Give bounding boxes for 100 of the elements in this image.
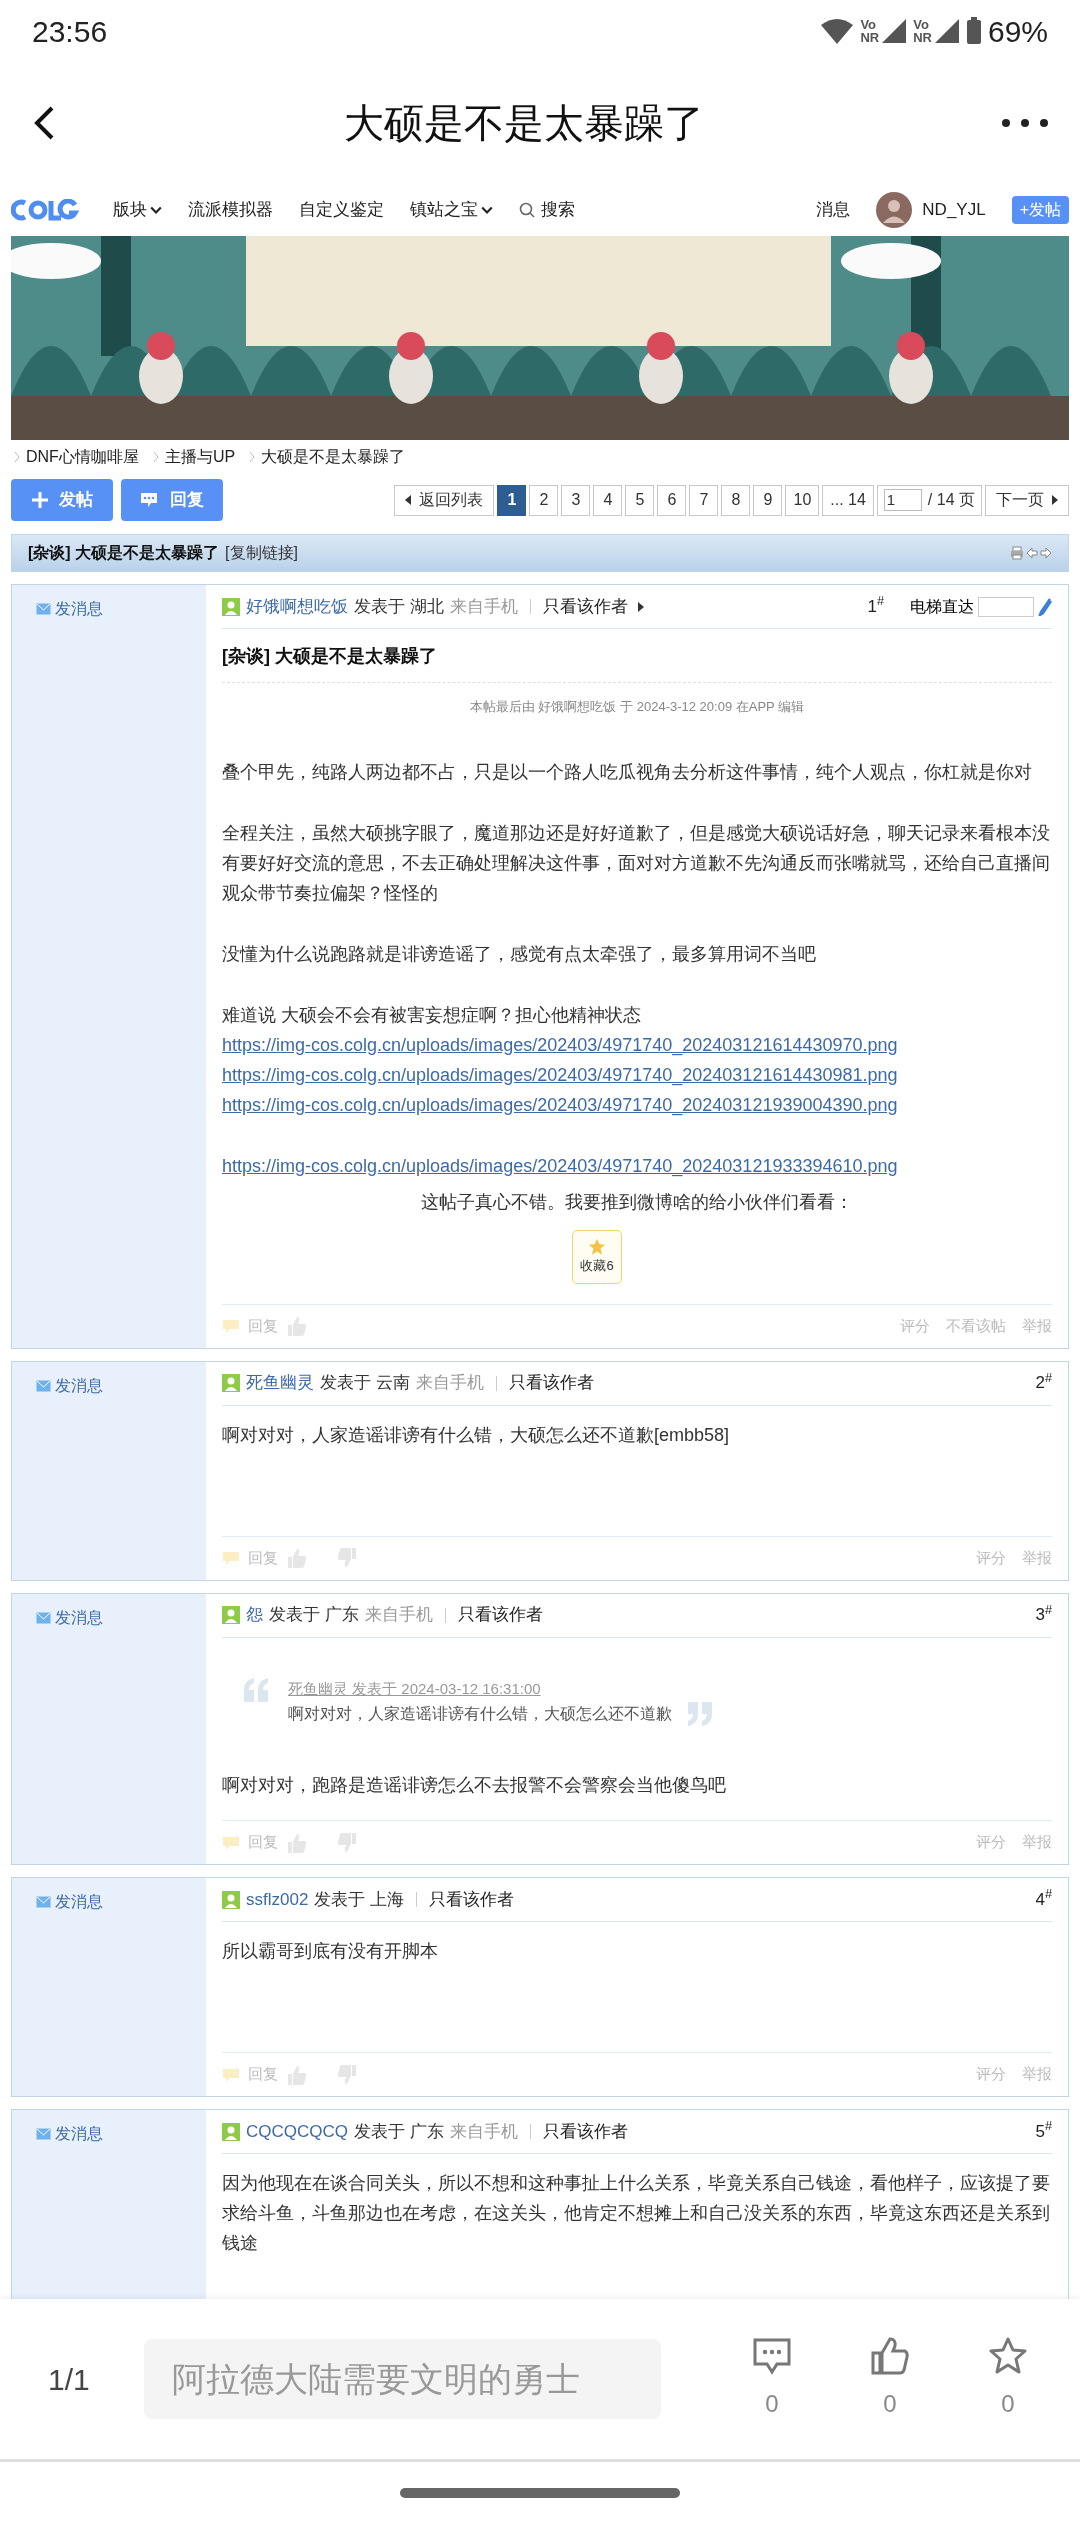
copy-link[interactable]: [复制链接] [225, 541, 298, 565]
floor-jump-field[interactable] [978, 596, 1034, 617]
send-message-link[interactable]: 发消息 [36, 1890, 103, 1914]
author-link[interactable]: CQCQCQCQ [246, 2118, 348, 2145]
chevron-left-icon [32, 105, 56, 141]
thumbs-down-icon[interactable] [336, 2063, 358, 2086]
image-link[interactable]: https://img-cos.colg.cn/uploads/images/202403/4971740_202403121614430970.png [222, 1029, 898, 1060]
author-link[interactable]: 好饿啊想吃饭 [246, 593, 348, 620]
image-link[interactable]: https://img-cos.colg.cn/uploads/images/202403/4971740_202403121614430981.png [222, 1059, 898, 1090]
post-location: 发表于 广东 [354, 2120, 444, 2143]
favorite-button[interactable]: 收藏6 [572, 1229, 622, 1284]
thumbs-up-icon[interactable] [286, 1547, 308, 1569]
thumbs-down-icon[interactable] [336, 1547, 358, 1569]
user-icon [222, 2122, 240, 2141]
page-button[interactable]: 6 [657, 484, 687, 516]
pen-icon[interactable] [1038, 597, 1052, 616]
thumbs-up-icon[interactable] [286, 2063, 308, 2086]
page-button[interactable]: 2 [529, 484, 559, 516]
battery-level: 69% [987, 13, 1048, 50]
thumbs-up-icon [870, 2336, 910, 2376]
envelope-icon [36, 2128, 51, 2140]
star-icon [988, 2336, 1028, 2376]
arrow-right-icon[interactable] [1040, 547, 1052, 559]
speech-bubble-icon [140, 492, 158, 508]
only-author-link[interactable]: 只看该作者 [542, 593, 644, 620]
envelope-icon [36, 603, 51, 615]
next-page-button[interactable]: 下一页 [985, 484, 1069, 516]
post-text: 叠个甲先，纯路人两边都不占，只是以一个路人吃瓜视角去分析这件事情，纯个人观点，你杠就是你对 [222, 760, 1033, 784]
page-button[interactable]: 4 [593, 484, 623, 516]
wifi-icon [820, 17, 855, 45]
network-type-label: Vo NR [913, 18, 932, 44]
page-button[interactable]: 5 [625, 484, 655, 516]
arrow-left-icon[interactable] [1026, 547, 1038, 559]
thumbs-down-icon[interactable] [336, 1831, 358, 1854]
speech-bubble-icon [222, 1550, 240, 1566]
author-link[interactable]: 怨 [246, 1602, 263, 1628]
post-text: 因为他现在在谈合同关头，所以不想和这种事扯上什么关系，毕竟关系自己钱途，看他样子，应该提了要求给斗鱼，斗鱼那边也在考虑，在这关头，他肯定不想摊上和自己没关系的东西，毕竟这东西还是关系到钱途 [222, 2172, 1051, 2255]
network-type-label: Vo NR [860, 18, 880, 44]
site-logo[interactable] [11, 199, 79, 221]
quote-close-icon [686, 1702, 714, 1726]
signal-icon [933, 18, 960, 44]
envelope-icon [36, 1896, 51, 1908]
page-title: 大硕是不是太暴躁了 [343, 100, 705, 147]
star-button[interactable]: 0 [974, 2336, 1042, 2422]
breadcrumb-link[interactable]: 大硕是不是太暴躁了 [261, 445, 406, 469]
nav-link[interactable]: 流派模拟器 [188, 197, 273, 223]
page-button[interactable]: ... 14 [822, 484, 874, 516]
page-button[interactable]: 1 [497, 484, 527, 516]
only-author-link[interactable]: 只看该作者 [457, 1602, 543, 1628]
user-icon [222, 1890, 240, 1909]
thumbs-up-icon[interactable] [286, 1831, 308, 1854]
send-message-link[interactable]: 发消息 [36, 2122, 103, 2146]
send-message-link[interactable]: 发消息 [36, 1605, 103, 1630]
messages-link[interactable]: 消息 [816, 197, 851, 223]
page-input[interactable]: 1 [883, 489, 922, 511]
breadcrumb-link[interactable]: 主播与UP [164, 445, 236, 469]
quote-source[interactable]: 死鱼幽灵 发表于 2024-03-12 16:31:00 [288, 1677, 714, 1700]
new-post-button[interactable]: 发帖 [11, 479, 113, 521]
only-author-link[interactable]: 只看该作者 [429, 1886, 515, 1913]
post-text: 啊对对对，人家造谣诽谤有什么错，大硕怎么还不道歉[embb58] [222, 1423, 731, 1447]
user-avatar[interactable] [876, 192, 913, 228]
thread-title: [杂谈] 大硕是不是太暴躁了 [28, 543, 220, 563]
like-button[interactable]: 0 [856, 2336, 924, 2422]
comment-button[interactable]: 0 [738, 2336, 806, 2422]
new-post-button[interactable]: +发帖 [1011, 196, 1069, 224]
page-button[interactable]: 7 [689, 484, 719, 516]
floor-number: 1$^{#}$ [867, 593, 884, 618]
post-source: 来自手机 [415, 1372, 484, 1395]
back-to-list-button[interactable]: 返回列表 [394, 484, 495, 516]
page-button[interactable]: 3 [561, 484, 591, 516]
only-author-link[interactable]: 只看该作者 [542, 2118, 628, 2145]
printer-icon[interactable] [1010, 546, 1024, 560]
post-location: 发表于 云南 [320, 1372, 410, 1395]
post-text: 难道说 大硕会不会有被害妄想症啊？担心他精神状态 [222, 1003, 642, 1027]
thumbs-up-icon[interactable] [286, 1315, 308, 1337]
chevron-right-icon [152, 451, 159, 463]
send-message-link[interactable]: 发消息 [36, 1373, 103, 1398]
nav-link[interactable]: 自定义鉴定 [299, 197, 384, 223]
quote-text: 啊对对对，人家造谣诽谤有什么错，大硕怎么还不道歉 [288, 1704, 672, 1724]
page-button[interactable]: 10 [785, 484, 820, 516]
user-icon [222, 1606, 240, 1624]
image-link[interactable]: https://img-cos.colg.cn/uploads/images/202403/4971740_202403121939004390.png [222, 1089, 898, 1120]
username-link[interactable]: ND_YJL [922, 197, 986, 223]
page-button[interactable]: 9 [753, 484, 783, 516]
send-message-link[interactable]: 发消息 [36, 597, 103, 621]
search-link[interactable]: 搜索 [519, 197, 575, 223]
nav-dropdown[interactable]: 镇站之宝 [410, 197, 493, 223]
more-icon [1002, 119, 1048, 127]
breadcrumb-link[interactable]: DNF心情咖啡屋 [26, 445, 139, 469]
speech-bubble-icon [222, 2066, 240, 2083]
page-button[interactable]: 8 [721, 484, 751, 516]
jump-label: 电梯直达 [910, 596, 974, 617]
author-link[interactable]: ssflz002 [246, 1886, 309, 1913]
home-indicator[interactable] [400, 2487, 680, 2498]
nav-dropdown[interactable]: 版块 [113, 197, 162, 223]
only-author-link[interactable]: 只看该作者 [508, 1370, 594, 1396]
post-location: 发表于 广东 [269, 1604, 359, 1627]
author-link[interactable]: 死鱼幽灵 [246, 1370, 314, 1396]
reply-button[interactable]: 回复 [121, 479, 223, 521]
image-link[interactable]: https://img-cos.colg.cn/uploads/images/202403/4971740_202403121933394610.png [222, 1150, 898, 1181]
